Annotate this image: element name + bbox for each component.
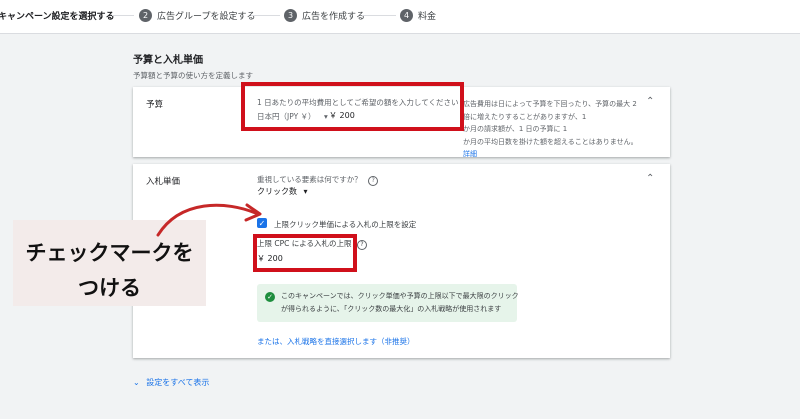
- step-2-label: 広告グループを設定する: [157, 12, 256, 22]
- arrow-icon: [156, 203, 262, 237]
- help-line: 広告費用は日によって予算を下回ったり、予算の最大 2: [463, 100, 637, 108]
- bidding-card[interactable]: 入札単価 重視している要素は何ですか？ ? クリック数 ▾ ⌃ ✓ 上限クリック…: [133, 164, 670, 358]
- show-all-label: 設定をすべて表示: [146, 378, 210, 387]
- help-icon[interactable]: ?: [368, 176, 379, 186]
- checkbox-label[interactable]: 上限クリック単価による入札の上限を設定: [274, 219, 416, 230]
- step-connector: [362, 15, 396, 16]
- show-all-settings-link[interactable]: ⌄ 設定をすべて表示: [133, 377, 209, 388]
- step-3-number: 3: [284, 9, 297, 22]
- progress-stepper: キャンペーン設定を選択する 2 広告グループを設定する 3 広告を作成する 4 …: [0, 0, 800, 34]
- section-title: 予算と入札単価: [133, 55, 203, 66]
- bidding-label: 入札単価: [146, 177, 181, 187]
- annotation-line-2: つける: [78, 276, 141, 300]
- help-icon[interactable]: ?: [356, 240, 367, 250]
- step-2[interactable]: 2 広告グループを設定する: [139, 9, 255, 22]
- help-line: か月の請求額が、1 日の予算に 1: [463, 125, 568, 133]
- focus-question-text: 重視している要素は何ですか？: [257, 175, 362, 184]
- select-strategy-link[interactable]: または、入札戦略を直接選択します（非推奨）: [257, 336, 415, 347]
- chevron-up-icon[interactable]: ⌃: [646, 173, 654, 184]
- step-1[interactable]: キャンペーン設定を選択する: [0, 9, 115, 22]
- step-connector: [112, 15, 134, 16]
- help-line: か月の平均日数を掛けた額を超えることはありません。: [463, 137, 638, 146]
- details-link[interactable]: 詳細: [463, 148, 643, 161]
- info-line: が得られるように、「クリック数の最大化」の入札戦略が使用されます: [281, 305, 502, 313]
- focus-question: 重視している要素は何ですか？ ?: [257, 174, 379, 186]
- budget-label: 予算: [146, 100, 164, 110]
- budget-highlight-box: [241, 82, 464, 131]
- step-3-label: 広告を作成する: [302, 12, 366, 22]
- budget-help-text: 広告費用は日によって予算を下回ったり、予算の最大 2 倍に増えたりすることがあり…: [463, 98, 643, 161]
- section-subtitle: 予算額と予算の使い方を定義します: [133, 71, 253, 80]
- step-2-number: 2: [139, 9, 152, 22]
- help-line: 倍に増えたりすることがありますが、1: [463, 112, 587, 121]
- step-4[interactable]: 4 料金: [400, 9, 436, 22]
- chevron-down-icon: ⌄: [133, 378, 140, 387]
- step-4-label: 料金: [418, 12, 437, 22]
- info-line: このキャンペーンでは、クリック単価や予算の上限以下で最大限のクリック: [281, 292, 519, 300]
- check-circle-icon: ✓: [265, 292, 275, 302]
- chevron-down-icon: ▾: [303, 187, 308, 196]
- step-connector: [251, 15, 280, 16]
- step-1-label: キャンペーン設定を選択する: [0, 12, 115, 22]
- strategy-info-banner: ✓ このキャンペーンでは、クリック単価や予算の上限以下で最大限のクリック が得ら…: [257, 284, 519, 322]
- chevron-up-icon[interactable]: ⌃: [646, 96, 654, 107]
- step-3[interactable]: 3 広告を作成する: [284, 9, 365, 22]
- step-4-number: 4: [400, 9, 413, 22]
